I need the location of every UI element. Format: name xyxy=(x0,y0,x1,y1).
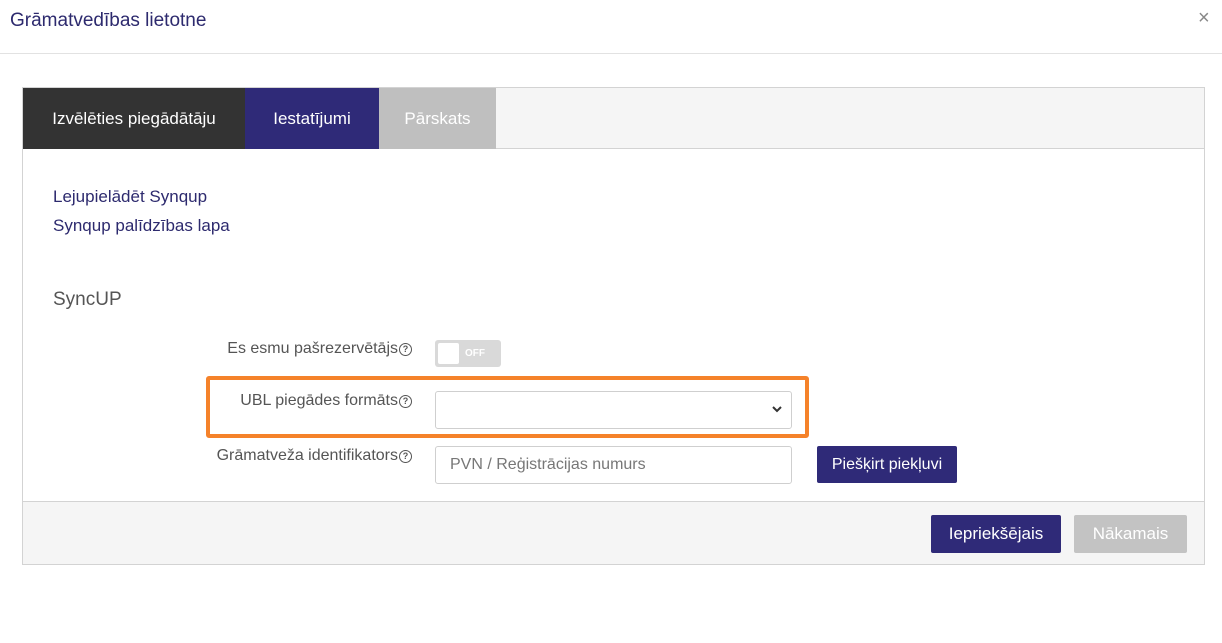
self-reserver-toggle[interactable]: OFF xyxy=(435,340,501,367)
wizard-tabs: Izvēlēties piegādātāju Iestatījumi Pārsk… xyxy=(23,88,1204,149)
previous-button[interactable]: Iepriekšējais xyxy=(931,515,1061,553)
next-button[interactable]: Nākamais xyxy=(1074,515,1187,553)
ubl-format-label-text: UBL piegādes formāts xyxy=(240,392,398,409)
tab-select-supplier[interactable]: Izvēlēties piegādātāju xyxy=(23,88,245,149)
self-reserver-label-text: Es esmu pašrezervētājs xyxy=(227,340,398,357)
ubl-format-select[interactable] xyxy=(435,391,792,429)
close-icon[interactable]: × xyxy=(1198,8,1210,28)
wizard-footer: Iepriekšējais Nākamais xyxy=(23,501,1204,564)
accountant-id-label: Grāmatveža identifikators ? xyxy=(217,447,412,465)
section-title: SyncUP xyxy=(53,289,122,310)
toggle-knob xyxy=(438,343,459,364)
wizard-panel: Izvēlēties piegādātāju Iestatījumi Pārsk… xyxy=(22,87,1205,565)
synqup-help-link[interactable]: Synqup palīdzības lapa xyxy=(53,216,230,236)
dialog-header: Grāmatvedības lietotne × xyxy=(0,0,1222,54)
help-icon[interactable]: ? xyxy=(399,342,412,356)
self-reserver-label: Es esmu pašrezervētājs ? xyxy=(227,340,412,358)
help-icon[interactable]: ? xyxy=(399,394,412,408)
toggle-state-text: OFF xyxy=(465,348,485,359)
tab-overview[interactable]: Pārskats xyxy=(379,88,496,149)
download-synqup-link[interactable]: Lejupielādēt Synqup xyxy=(53,187,207,207)
help-icon[interactable]: ? xyxy=(399,449,412,463)
tab-settings[interactable]: Iestatījumi xyxy=(245,88,379,149)
accountant-id-label-text: Grāmatveža identifikators xyxy=(216,447,398,464)
ubl-format-label: UBL piegādes formāts ? xyxy=(240,392,412,410)
dialog-title: Grāmatvedības lietotne xyxy=(10,10,207,31)
accountant-id-input[interactable] xyxy=(435,446,792,484)
grant-access-button[interactable]: Piešķirt piekļuvi xyxy=(817,446,957,483)
chevron-down-icon xyxy=(772,406,782,413)
